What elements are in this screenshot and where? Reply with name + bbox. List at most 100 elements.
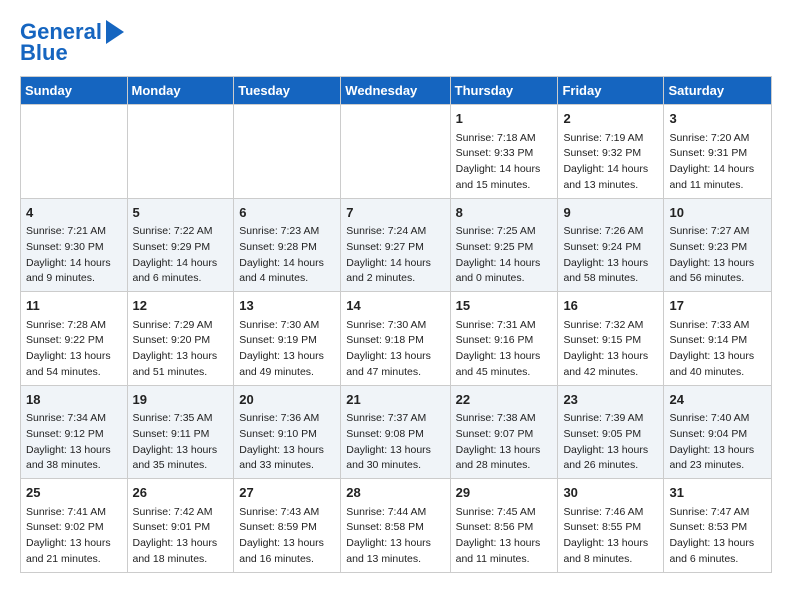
- day-info: Sunrise: 7:41 AM Sunset: 9:02 PM Dayligh…: [26, 505, 122, 568]
- weekday-header-tuesday: Tuesday: [234, 77, 341, 105]
- day-info: Sunrise: 7:35 AM Sunset: 9:11 PM Dayligh…: [133, 411, 229, 474]
- day-info: Sunrise: 7:29 AM Sunset: 9:20 PM Dayligh…: [133, 318, 229, 381]
- day-info: Sunrise: 7:22 AM Sunset: 9:29 PM Dayligh…: [133, 224, 229, 287]
- calendar-cell: [341, 105, 450, 199]
- calendar-cell: 3Sunrise: 7:20 AM Sunset: 9:31 PM Daylig…: [664, 105, 772, 199]
- day-number: 27: [239, 483, 335, 503]
- calendar-cell: 8Sunrise: 7:25 AM Sunset: 9:25 PM Daylig…: [450, 198, 558, 292]
- calendar-cell: 4Sunrise: 7:21 AM Sunset: 9:30 PM Daylig…: [21, 198, 128, 292]
- day-number: 12: [133, 296, 229, 316]
- weekday-header-friday: Friday: [558, 77, 664, 105]
- day-info: Sunrise: 7:19 AM Sunset: 9:32 PM Dayligh…: [563, 131, 658, 194]
- calendar-cell: 15Sunrise: 7:31 AM Sunset: 9:16 PM Dayli…: [450, 292, 558, 386]
- day-number: 28: [346, 483, 444, 503]
- day-info: Sunrise: 7:43 AM Sunset: 8:59 PM Dayligh…: [239, 505, 335, 568]
- day-number: 24: [669, 390, 766, 410]
- day-info: Sunrise: 7:44 AM Sunset: 8:58 PM Dayligh…: [346, 505, 444, 568]
- calendar-cell: 29Sunrise: 7:45 AM Sunset: 8:56 PM Dayli…: [450, 479, 558, 573]
- day-number: 4: [26, 203, 122, 223]
- day-info: Sunrise: 7:20 AM Sunset: 9:31 PM Dayligh…: [669, 131, 766, 194]
- day-number: 7: [346, 203, 444, 223]
- calendar-cell: 22Sunrise: 7:38 AM Sunset: 9:07 PM Dayli…: [450, 385, 558, 479]
- day-number: 31: [669, 483, 766, 503]
- calendar-cell: 12Sunrise: 7:29 AM Sunset: 9:20 PM Dayli…: [127, 292, 234, 386]
- calendar-cell: 16Sunrise: 7:32 AM Sunset: 9:15 PM Dayli…: [558, 292, 664, 386]
- day-info: Sunrise: 7:34 AM Sunset: 9:12 PM Dayligh…: [26, 411, 122, 474]
- weekday-header-wednesday: Wednesday: [341, 77, 450, 105]
- calendar-cell: 1Sunrise: 7:18 AM Sunset: 9:33 PM Daylig…: [450, 105, 558, 199]
- day-number: 16: [563, 296, 658, 316]
- calendar-cell: 5Sunrise: 7:22 AM Sunset: 9:29 PM Daylig…: [127, 198, 234, 292]
- page-header: General Blue: [20, 20, 772, 66]
- day-info: Sunrise: 7:31 AM Sunset: 9:16 PM Dayligh…: [456, 318, 553, 381]
- day-info: Sunrise: 7:37 AM Sunset: 9:08 PM Dayligh…: [346, 411, 444, 474]
- calendar-cell: 25Sunrise: 7:41 AM Sunset: 9:02 PM Dayli…: [21, 479, 128, 573]
- calendar-cell: 2Sunrise: 7:19 AM Sunset: 9:32 PM Daylig…: [558, 105, 664, 199]
- calendar-cell: 19Sunrise: 7:35 AM Sunset: 9:11 PM Dayli…: [127, 385, 234, 479]
- day-info: Sunrise: 7:25 AM Sunset: 9:25 PM Dayligh…: [456, 224, 553, 287]
- day-number: 8: [456, 203, 553, 223]
- calendar-week-row: 11Sunrise: 7:28 AM Sunset: 9:22 PM Dayli…: [21, 292, 772, 386]
- calendar-cell: 23Sunrise: 7:39 AM Sunset: 9:05 PM Dayli…: [558, 385, 664, 479]
- day-number: 30: [563, 483, 658, 503]
- day-info: Sunrise: 7:40 AM Sunset: 9:04 PM Dayligh…: [669, 411, 766, 474]
- calendar-cell: 10Sunrise: 7:27 AM Sunset: 9:23 PM Dayli…: [664, 198, 772, 292]
- day-info: Sunrise: 7:18 AM Sunset: 9:33 PM Dayligh…: [456, 131, 553, 194]
- day-info: Sunrise: 7:38 AM Sunset: 9:07 PM Dayligh…: [456, 411, 553, 474]
- day-info: Sunrise: 7:36 AM Sunset: 9:10 PM Dayligh…: [239, 411, 335, 474]
- day-info: Sunrise: 7:39 AM Sunset: 9:05 PM Dayligh…: [563, 411, 658, 474]
- day-number: 18: [26, 390, 122, 410]
- day-info: Sunrise: 7:45 AM Sunset: 8:56 PM Dayligh…: [456, 505, 553, 568]
- day-number: 17: [669, 296, 766, 316]
- day-number: 29: [456, 483, 553, 503]
- calendar-week-row: 1Sunrise: 7:18 AM Sunset: 9:33 PM Daylig…: [21, 105, 772, 199]
- calendar-cell: 7Sunrise: 7:24 AM Sunset: 9:27 PM Daylig…: [341, 198, 450, 292]
- weekday-header-row: SundayMondayTuesdayWednesdayThursdayFrid…: [21, 77, 772, 105]
- day-info: Sunrise: 7:28 AM Sunset: 9:22 PM Dayligh…: [26, 318, 122, 381]
- calendar-cell: 18Sunrise: 7:34 AM Sunset: 9:12 PM Dayli…: [21, 385, 128, 479]
- calendar-cell: 6Sunrise: 7:23 AM Sunset: 9:28 PM Daylig…: [234, 198, 341, 292]
- calendar-cell: 13Sunrise: 7:30 AM Sunset: 9:19 PM Dayli…: [234, 292, 341, 386]
- day-number: 25: [26, 483, 122, 503]
- day-number: 22: [456, 390, 553, 410]
- day-number: 5: [133, 203, 229, 223]
- calendar-cell: 24Sunrise: 7:40 AM Sunset: 9:04 PM Dayli…: [664, 385, 772, 479]
- calendar-cell: 30Sunrise: 7:46 AM Sunset: 8:55 PM Dayli…: [558, 479, 664, 573]
- calendar-week-row: 4Sunrise: 7:21 AM Sunset: 9:30 PM Daylig…: [21, 198, 772, 292]
- day-number: 20: [239, 390, 335, 410]
- calendar-cell: 21Sunrise: 7:37 AM Sunset: 9:08 PM Dayli…: [341, 385, 450, 479]
- calendar-table: SundayMondayTuesdayWednesdayThursdayFrid…: [20, 76, 772, 573]
- calendar-cell: 20Sunrise: 7:36 AM Sunset: 9:10 PM Dayli…: [234, 385, 341, 479]
- day-number: 11: [26, 296, 122, 316]
- calendar-cell: 17Sunrise: 7:33 AM Sunset: 9:14 PM Dayli…: [664, 292, 772, 386]
- calendar-cell: 9Sunrise: 7:26 AM Sunset: 9:24 PM Daylig…: [558, 198, 664, 292]
- calendar-cell: 26Sunrise: 7:42 AM Sunset: 9:01 PM Dayli…: [127, 479, 234, 573]
- day-info: Sunrise: 7:47 AM Sunset: 8:53 PM Dayligh…: [669, 505, 766, 568]
- day-number: 15: [456, 296, 553, 316]
- day-number: 10: [669, 203, 766, 223]
- day-number: 6: [239, 203, 335, 223]
- logo: General Blue: [20, 20, 124, 66]
- day-number: 2: [563, 109, 658, 129]
- weekday-header-sunday: Sunday: [21, 77, 128, 105]
- day-number: 14: [346, 296, 444, 316]
- day-number: 3: [669, 109, 766, 129]
- day-number: 23: [563, 390, 658, 410]
- day-info: Sunrise: 7:23 AM Sunset: 9:28 PM Dayligh…: [239, 224, 335, 287]
- calendar-week-row: 18Sunrise: 7:34 AM Sunset: 9:12 PM Dayli…: [21, 385, 772, 479]
- day-number: 9: [563, 203, 658, 223]
- day-info: Sunrise: 7:33 AM Sunset: 9:14 PM Dayligh…: [669, 318, 766, 381]
- day-info: Sunrise: 7:24 AM Sunset: 9:27 PM Dayligh…: [346, 224, 444, 287]
- day-info: Sunrise: 7:30 AM Sunset: 9:18 PM Dayligh…: [346, 318, 444, 381]
- weekday-header-monday: Monday: [127, 77, 234, 105]
- day-info: Sunrise: 7:27 AM Sunset: 9:23 PM Dayligh…: [669, 224, 766, 287]
- logo-arrow-icon: [106, 20, 124, 44]
- calendar-cell: 11Sunrise: 7:28 AM Sunset: 9:22 PM Dayli…: [21, 292, 128, 386]
- weekday-header-thursday: Thursday: [450, 77, 558, 105]
- day-number: 1: [456, 109, 553, 129]
- day-info: Sunrise: 7:32 AM Sunset: 9:15 PM Dayligh…: [563, 318, 658, 381]
- day-info: Sunrise: 7:26 AM Sunset: 9:24 PM Dayligh…: [563, 224, 658, 287]
- day-info: Sunrise: 7:42 AM Sunset: 9:01 PM Dayligh…: [133, 505, 229, 568]
- calendar-cell: 14Sunrise: 7:30 AM Sunset: 9:18 PM Dayli…: [341, 292, 450, 386]
- calendar-week-row: 25Sunrise: 7:41 AM Sunset: 9:02 PM Dayli…: [21, 479, 772, 573]
